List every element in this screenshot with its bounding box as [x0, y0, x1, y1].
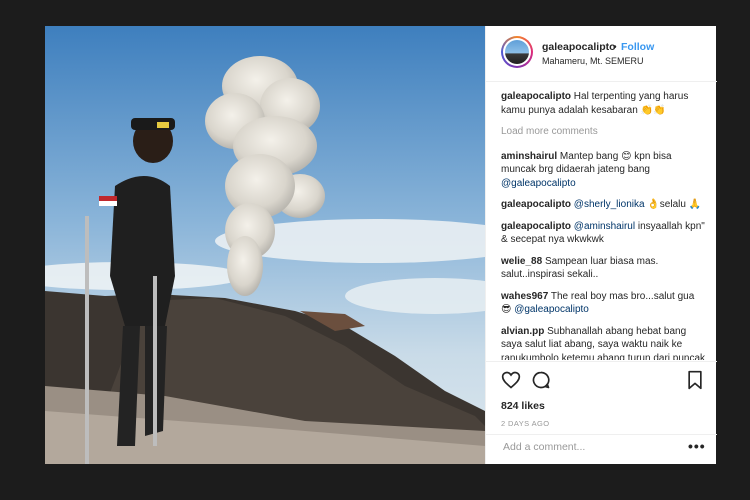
list-item: alvian.pp Subhanallah abang hebat bang s… — [501, 325, 706, 361]
comment-username[interactable]: aminshairul — [501, 151, 557, 162]
post-username[interactable]: galeapocalipto — [542, 41, 616, 53]
comment-username[interactable]: wahes967 — [501, 291, 548, 302]
comment-icon[interactable] — [531, 370, 551, 390]
more-options-icon[interactable]: ••• — [688, 438, 706, 454]
avatar-image — [505, 40, 529, 64]
comment-username[interactable]: galeapocalipto — [501, 199, 571, 210]
comment-input[interactable] — [501, 440, 680, 454]
comment-mention[interactable]: @galeapocalipto — [501, 178, 576, 189]
comment-username[interactable]: galeapocalipto — [501, 221, 571, 232]
comment-mention[interactable]: @sherly_lionika — [574, 199, 645, 210]
list-item: wahes967 The real boy mas bro...salut gu… — [501, 290, 706, 317]
post-timestamp[interactable]: 2 DAYS AGO — [501, 419, 549, 428]
post-actions: 824 likes 2 DAYS AGO ••• — [486, 361, 717, 456]
comment-mention[interactable]: @galeapocalipto — [514, 304, 589, 315]
location-link[interactable]: Mahameru, Mt. SEMERU — [542, 56, 644, 66]
likes-count[interactable]: 824 likes — [501, 400, 545, 412]
add-comment-bar: ••• — [486, 434, 717, 458]
bookmark-icon[interactable] — [686, 370, 704, 390]
post-header: galeapocalipto • Follow Mahameru, Mt. SE… — [486, 26, 717, 82]
list-item: galeapocalipto @sherly_lionika 👌selalu 🙏 — [501, 198, 706, 212]
list-item: welie_88 Sampean luar biasa mas. salut..… — [501, 255, 706, 282]
separator-dot: • — [613, 41, 617, 53]
comment-list[interactable]: galeapocalipto Hal terpenting yang harus… — [501, 90, 706, 360]
comment-mention[interactable]: @aminshairul — [574, 221, 635, 232]
list-item: aminshairul Mantep bang 😊 kpn bisa munca… — [501, 150, 706, 191]
caption: galeapocalipto Hal terpenting yang harus… — [501, 90, 706, 117]
list-item: galeapocalipto @aminshairul insyaallah k… — [501, 220, 706, 247]
comment-username[interactable]: welie_88 — [501, 256, 542, 267]
instagram-post: galeapocalipto • Follow Mahameru, Mt. SE… — [45, 26, 717, 464]
avatar[interactable] — [501, 36, 533, 68]
mountain-photo-image — [45, 26, 485, 464]
post-sidebar: galeapocalipto • Follow Mahameru, Mt. SE… — [485, 26, 717, 464]
follow-button[interactable]: Follow — [621, 41, 654, 53]
post-photo — [45, 26, 485, 464]
load-more-comments-button[interactable]: Load more comments — [501, 125, 706, 139]
caption-username[interactable]: galeapocalipto — [501, 91, 571, 102]
comment-username[interactable]: alvian.pp — [501, 326, 544, 337]
comment-text: 👌selalu 🙏 — [647, 199, 702, 210]
heart-icon[interactable] — [501, 370, 521, 390]
avatar-ring — [503, 38, 531, 66]
